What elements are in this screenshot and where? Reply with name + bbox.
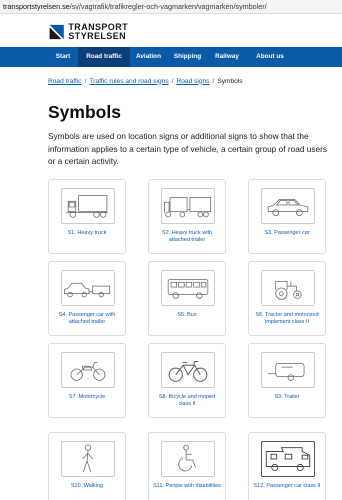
nav-aviation[interactable]: Aviation xyxy=(130,47,167,67)
breadcrumb-separator: / xyxy=(171,77,174,85)
site-header: TRANSPORT STYRELSEN xyxy=(0,14,342,47)
symbol-caption: S1. Heavy truck xyxy=(67,230,107,236)
symbol-caption: S8. Bicycle and moped class II xyxy=(158,394,216,407)
breadcrumb-traffic-rules[interactable]: Traffic rules and road signs xyxy=(89,78,168,85)
symbol-card-s1[interactable]: S1. Heavy truck xyxy=(48,179,126,254)
symbol-card-s10[interactable]: S10. Walking xyxy=(48,432,126,500)
symbol-card-s7[interactable]: S7. Motorcycle xyxy=(48,343,126,418)
symbol-caption: S4. Passenger car with attached trailer xyxy=(58,312,116,325)
symbol-caption: S2. Heavy truck with attached trailer xyxy=(161,230,213,243)
nav-start[interactable]: Start xyxy=(48,47,78,67)
symbol-card-s5[interactable]: S5. Bus xyxy=(148,261,226,336)
symbol-card-s8[interactable]: S8. Bicycle and moped class II xyxy=(148,343,226,418)
breadcrumb-separator: / xyxy=(212,77,215,85)
symbol-caption: S11. People with disabilities xyxy=(153,483,221,489)
symbol-caption: S12. Passenger car class II xyxy=(253,483,321,489)
logo-mark-icon xyxy=(49,24,64,40)
symbol-card-s4[interactable]: S4. Passenger car with attached trailer xyxy=(48,261,126,336)
page-intro: Symbols are used on location signs or ad… xyxy=(48,131,328,166)
breadcrumb-current: Symbols xyxy=(217,77,243,85)
breadcrumb-separator: / xyxy=(84,77,87,85)
url-path: /sv/vagtrafik/trafikregler-och-vagmarken… xyxy=(69,2,267,11)
tractor-icon xyxy=(261,270,315,306)
url-host: transportstyrelsen.se xyxy=(3,2,70,11)
symbol-card-s6[interactable]: S6. Tractor and motorized implement clas… xyxy=(248,261,326,336)
symbol-card-s12[interactable]: S12. Passenger car class II xyxy=(248,432,326,500)
nav-road-traffic[interactable]: Road traffic xyxy=(78,47,130,67)
symbol-caption: S10. Walking xyxy=(70,483,104,489)
logo-text: TRANSPORT STYRELSEN xyxy=(68,22,128,41)
breadcrumb: Road traffic / Traffic rules and road si… xyxy=(48,76,243,86)
camper-icon xyxy=(261,441,315,477)
symbol-caption: S7. Motorcycle xyxy=(68,394,106,400)
nav-railway[interactable]: Railway xyxy=(208,47,246,67)
car-trailer-icon xyxy=(61,270,115,306)
page-title: Symbols xyxy=(48,102,121,122)
motorcycle-icon xyxy=(61,352,115,388)
symbol-card-s11[interactable]: S11. People with disabilities xyxy=(148,432,226,500)
symbol-card-s3[interactable]: S3. Passenger car xyxy=(248,179,326,254)
symbol-caption: S6. Tractor and motorized implement clas… xyxy=(255,312,319,325)
symbol-caption: S3. Passenger car xyxy=(264,230,310,236)
trailer-icon xyxy=(261,352,315,388)
breadcrumb-road-traffic[interactable]: Road traffic xyxy=(48,78,82,85)
pedestrian-icon xyxy=(61,441,115,477)
truck-trailer-icon xyxy=(161,188,215,224)
site-logo[interactable]: TRANSPORT STYRELSEN xyxy=(48,20,128,44)
symbol-caption: S5. Bus xyxy=(177,312,197,318)
main-nav: Start Road traffic Aviation Shipping Rai… xyxy=(0,47,342,67)
nav-shipping[interactable]: Shipping xyxy=(167,47,208,67)
bicycle-icon xyxy=(161,352,215,388)
passenger-car-icon xyxy=(261,188,315,224)
wheelchair-icon xyxy=(161,441,215,477)
nav-about-us[interactable]: About us xyxy=(246,47,294,67)
heavy-truck-icon xyxy=(61,188,115,224)
address-bar[interactable]: transportstyrelsen.se/sv/vagtrafik/trafi… xyxy=(0,0,342,14)
bus-icon xyxy=(161,270,215,306)
symbol-card-s2[interactable]: S2. Heavy truck with attached trailer xyxy=(148,179,226,254)
breadcrumb-road-signs[interactable]: Road signs xyxy=(176,78,209,85)
symbol-card-s9[interactable]: S9. Trailer xyxy=(248,343,326,418)
symbol-caption: S9. Trailer xyxy=(274,394,300,400)
